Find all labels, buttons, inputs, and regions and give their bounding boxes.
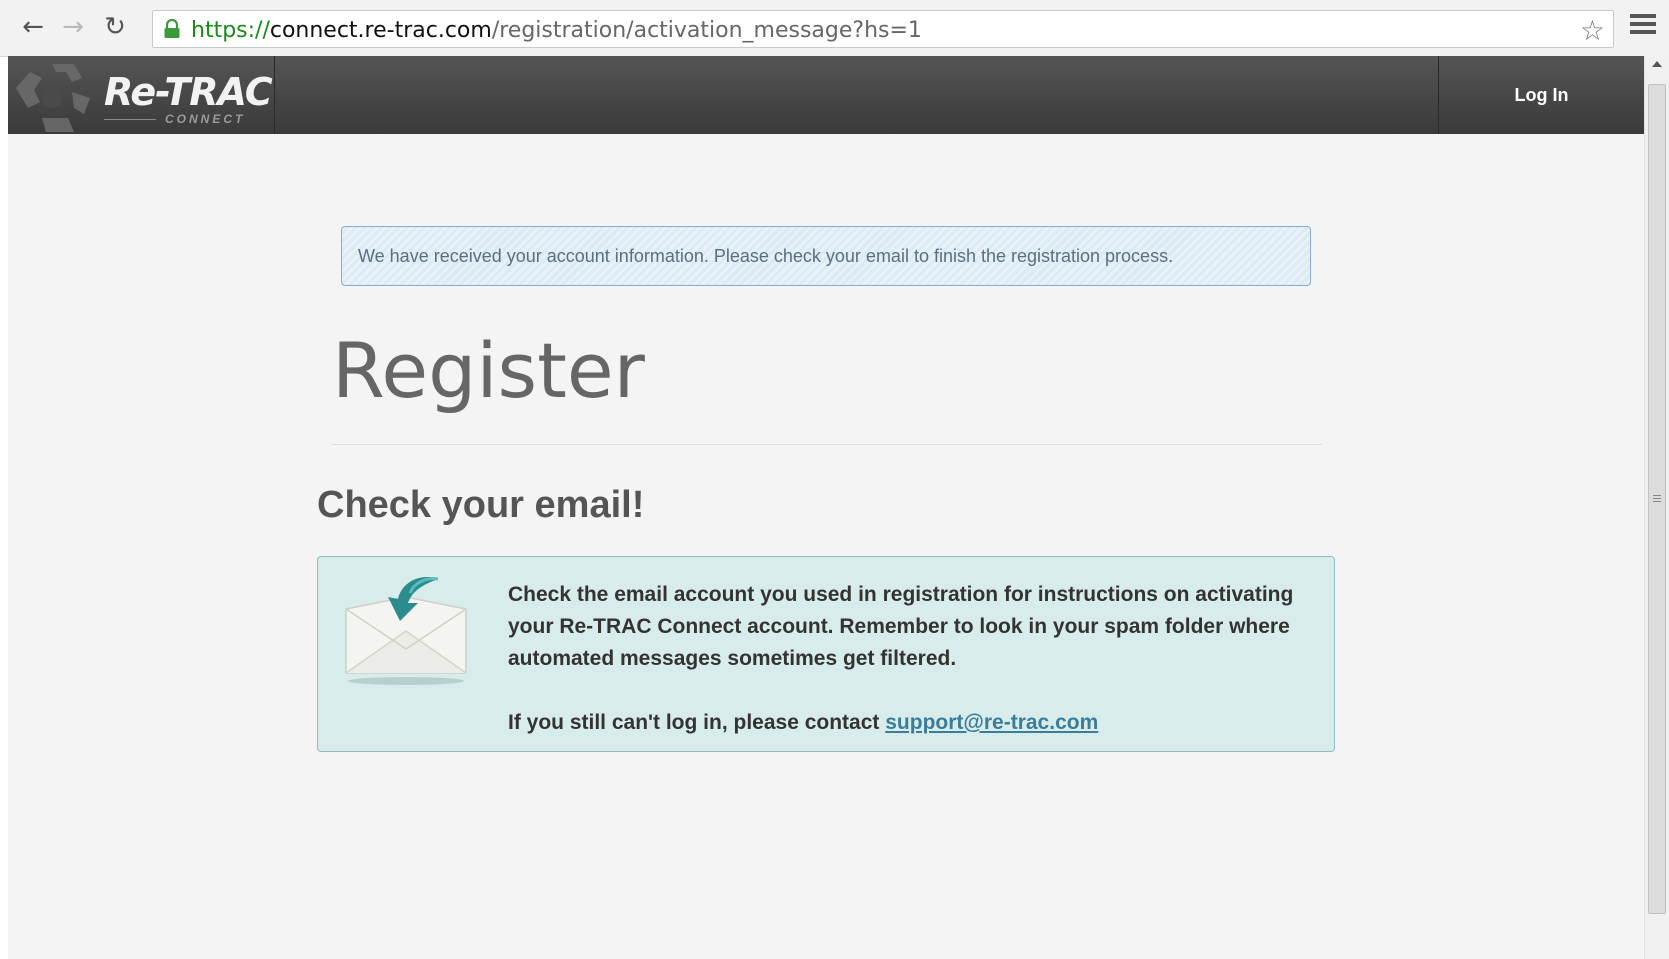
title-divider	[332, 444, 1322, 445]
scroll-grip-icon	[1653, 495, 1661, 504]
scroll-thumb[interactable]	[1648, 84, 1666, 914]
vertical-scrollbar[interactable]	[1644, 56, 1669, 959]
page-title: Register	[332, 326, 645, 415]
check-email-heading: Check your email!	[317, 484, 645, 526]
email-instructions-panel: Check the email account you used in regi…	[317, 556, 1335, 752]
url-host: connect.re-trac.com	[269, 18, 492, 43]
address-bar[interactable]: https://connect.re-trac.com/registration…	[152, 10, 1614, 48]
bookmark-star-icon[interactable]: ☆	[1580, 14, 1605, 47]
back-arrow-icon[interactable]: ←	[18, 12, 48, 42]
page-viewport: Re-TRAC CONNECT Log In We have received …	[8, 56, 1644, 959]
browser-menu-icon[interactable]	[1630, 14, 1656, 40]
instructions-text: Check the email account you used in regi…	[508, 583, 1294, 670]
brand-name: Re-TRAC	[104, 70, 273, 114]
reload-icon[interactable]: ↻	[100, 12, 130, 42]
url-scheme: https://	[191, 18, 270, 43]
brand-subtitle: CONNECT	[165, 112, 246, 126]
support-email-link[interactable]: support@re-trac.com	[885, 711, 1098, 734]
panel-text: Check the email account you used in regi…	[508, 579, 1308, 739]
login-link[interactable]: Log In	[1439, 56, 1644, 134]
envelope-icon	[345, 577, 467, 685]
contact-prefix: If you still can't log in, please contac…	[508, 711, 886, 734]
lock-icon	[164, 19, 180, 38]
site-navbar: Re-TRAC CONNECT Log In	[8, 56, 1644, 134]
scroll-up-arrow-icon[interactable]	[1652, 61, 1662, 67]
info-alert: We have received your account informatio…	[341, 226, 1311, 286]
browser-toolbar: ← → ↻ https://connect.re-trac.com/regist…	[0, 0, 1669, 57]
brand-logo[interactable]: Re-TRAC CONNECT	[8, 56, 275, 134]
recycle-logo-icon	[16, 64, 90, 132]
url-path: /registration/activation_message?hs=1	[491, 18, 922, 43]
contact-line: If you still can't log in, please contac…	[508, 707, 1308, 739]
brand-underline	[104, 119, 156, 120]
forward-arrow-icon[interactable]: →	[58, 12, 88, 42]
url-text: https://connect.re-trac.com/registration…	[191, 18, 922, 43]
